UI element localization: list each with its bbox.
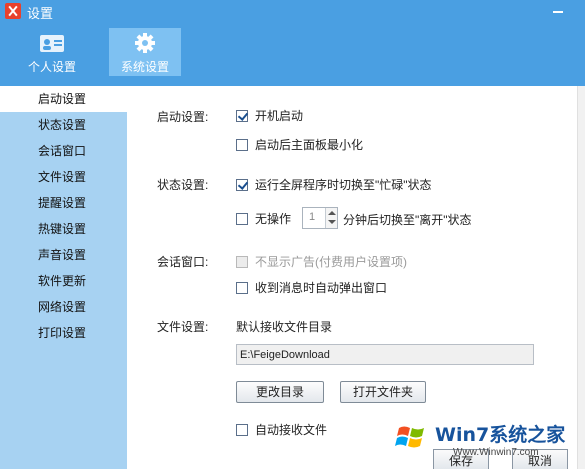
app-logo-icon [5, 3, 21, 19]
idle-minutes-stepper[interactable]: 1 [302, 207, 338, 229]
checkbox-box[interactable] [236, 139, 248, 151]
startup-section-label: 启动设置: [157, 110, 209, 124]
checkbox-label: 无操作 [255, 212, 292, 226]
open-folder-button[interactable]: 打开文件夹 [340, 381, 426, 403]
idle-suffix-label: 分钟后切换至"离开"状态 [343, 213, 472, 227]
vertical-scrollbar[interactable] [577, 86, 585, 469]
checkbox-box[interactable] [236, 213, 248, 225]
tab-system-settings[interactable]: 系统设置 [109, 28, 181, 76]
checkbox-label: 收到消息时自动弹出窗口 [255, 281, 388, 295]
checkbox-label: 启动后主面板最小化 [255, 138, 364, 152]
title-bar: 设置 [0, 0, 585, 22]
tab-label: 个人设置 [27, 60, 76, 74]
settings-panel: 启动设置: 开机启动 启动后主面板最小化 状态设置: 运行全屏程序时切换至"忙碌… [127, 86, 577, 469]
sidebar-item-startup[interactable]: 启动设置 [0, 86, 127, 112]
checkbox-label: 开机启动 [255, 109, 304, 123]
header-bar: 设置 个人设置 系统设置 [0, 0, 585, 86]
gear-icon [135, 33, 155, 53]
sidebar-item-reminder[interactable]: 提醒设置 [0, 190, 127, 216]
watermark-url: Www.Winwin7.com [453, 447, 539, 458]
checkbox-label: 自动接收文件 [255, 423, 328, 437]
minimize-button[interactable] [548, 2, 568, 18]
arrow-down-icon[interactable] [328, 220, 336, 224]
arrow-up-icon[interactable] [328, 211, 336, 215]
user-card-icon [40, 35, 64, 52]
watermark: Win7系统之家 Www.Winwin7.com [385, 414, 585, 469]
file-section-label: 文件设置: [157, 320, 209, 334]
sidebar: 启动设置 状态设置 会话窗口 文件设置 提醒设置 热键设置 声音设置 软件更新 … [0, 86, 127, 469]
status-section-label: 状态设置: [157, 178, 209, 192]
sidebar-item-file[interactable]: 文件设置 [0, 164, 127, 190]
watermark-text: Win7系统之家 [435, 424, 566, 446]
sidebar-item-network[interactable]: 网络设置 [0, 294, 127, 320]
sidebar-item-update[interactable]: 软件更新 [0, 268, 127, 294]
sidebar-item-print[interactable]: 打印设置 [0, 320, 127, 346]
checkbox-label: 运行全屏程序时切换至"忙碌"状态 [255, 178, 432, 192]
tab-label: 系统设置 [120, 60, 169, 74]
checkbox-box[interactable] [236, 179, 248, 191]
window-title: 设置 [27, 6, 54, 21]
sidebar-item-sound[interactable]: 声音设置 [0, 242, 127, 268]
windows-logo-icon [392, 417, 432, 457]
checkbox-box[interactable] [236, 110, 248, 122]
download-dir-label: 默认接收文件目录 [236, 320, 333, 334]
sidebar-item-hotkey[interactable]: 热键设置 [0, 216, 127, 242]
stepper-buttons[interactable] [325, 208, 337, 228]
checkbox-box [236, 256, 248, 268]
chat-section-label: 会话窗口: [157, 255, 209, 269]
change-directory-button[interactable]: 更改目录 [236, 381, 324, 403]
checkbox-box[interactable] [236, 282, 248, 294]
stepper-value: 1 [309, 211, 316, 223]
sidebar-item-chat-window[interactable]: 会话窗口 [0, 138, 127, 164]
download-path-field[interactable] [236, 344, 534, 365]
checkbox-box[interactable] [236, 424, 248, 436]
checkbox-label: 不显示广告(付费用户设置项) [255, 255, 407, 269]
sidebar-item-status[interactable]: 状态设置 [0, 112, 127, 138]
tab-personal-settings[interactable]: 个人设置 [16, 28, 88, 76]
